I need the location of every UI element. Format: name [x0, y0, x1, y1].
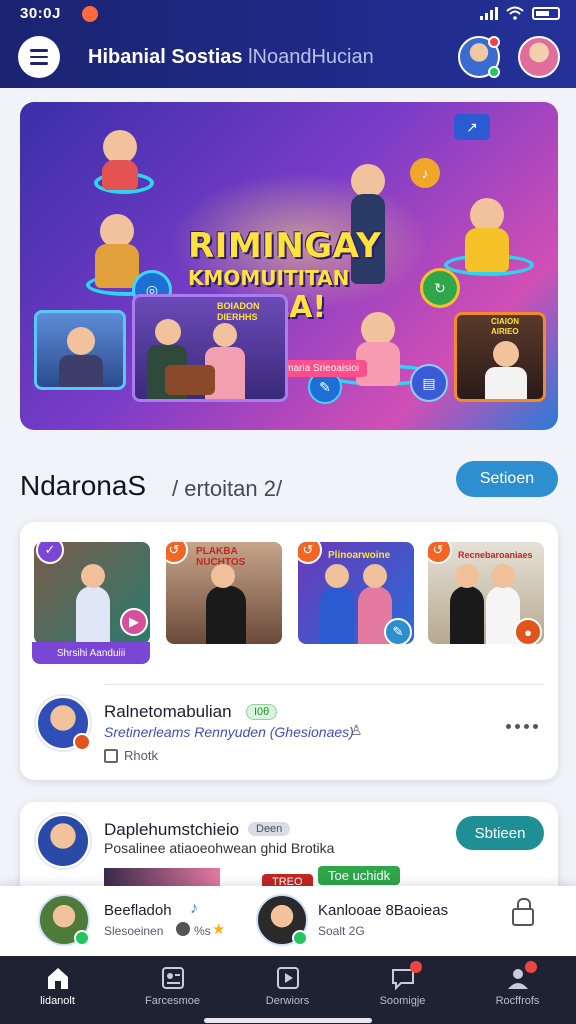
home-icon — [47, 968, 68, 989]
battery-icon — [532, 6, 560, 20]
online-dot-icon — [74, 930, 90, 946]
person-icon: ♙ — [350, 722, 363, 738]
chat-icon — [390, 961, 422, 991]
dock-sub-left: Slesoeinen — [104, 924, 164, 938]
app-header: 30:0J Hibanial Sostias lNoandHucian — [0, 0, 576, 88]
notification-dot-icon — [488, 36, 500, 48]
play-square-icon — [276, 967, 299, 989]
video-thumbnail-2[interactable]: PLAKBA NUCHTOS ↺ — [166, 542, 282, 644]
dock-name-left[interactable]: Beefladoh — [104, 902, 172, 919]
band-photo-label: BOIADON DIERHHS — [217, 301, 260, 322]
share-icon: ↗ — [454, 114, 490, 140]
video-thumbnail-1[interactable]: ✓ ▶ — [34, 542, 150, 644]
nav-label-videos: Derwiors — [265, 995, 310, 1007]
nav-label-messages: Soomigje — [379, 995, 426, 1007]
wifi-icon — [506, 6, 524, 20]
hero-photo-right: CIAION AIRIEO — [454, 312, 546, 402]
video-thumbnail-3[interactable]: Plinoarwoine ↺ ✎ — [298, 542, 414, 644]
record-icon: ↻ — [420, 268, 460, 308]
app-title-sub: lNoandHucian — [248, 46, 374, 68]
thumbnail-3-label: Plinoarwoine — [328, 550, 391, 561]
thumbnail-4-label: Recnebaroaniaes — [458, 550, 533, 560]
follow-button[interactable]: Sbtieen — [456, 816, 544, 850]
more-options-icon[interactable] — [506, 724, 538, 729]
thumbnail-tag: Shrsihi Aanduiii — [32, 642, 150, 664]
info-badge-icon: ✎ — [384, 618, 412, 644]
nav-item-cards[interactable]: Farcesmoe — [115, 956, 230, 1024]
user-avatar-1[interactable] — [36, 696, 91, 751]
user-badge-1: I0θ — [246, 704, 278, 720]
system-icons — [480, 6, 560, 20]
user-badge-2: Deen — [248, 822, 291, 836]
dock-sub-left-2: %s — [194, 924, 211, 938]
section-subtitle: / ertoitan 2/ — [172, 476, 283, 501]
user-meta-1: Rhotk — [124, 748, 158, 763]
note-icon: ▤ — [410, 364, 448, 402]
now-active-dock: Beefladoh ♪ Slesoeinen %s ★ Kanlooae 8Ba… — [0, 886, 576, 956]
header-avatar-1[interactable] — [458, 36, 500, 78]
online-dot-icon — [292, 930, 308, 946]
content-card-1: ✓ ▶ Shrsihi Aanduiii PLAKBA NUCHTOS ↺ Pl… — [20, 522, 558, 780]
user-subtitle-2: Posalinee atiaoeohwean ghid Brotika — [104, 840, 335, 856]
hero-photo-band: BOIADON DIERHHS — [132, 294, 288, 402]
notification-badge-icon — [524, 961, 537, 973]
video-thumbnail-4[interactable]: Recnebaroaniaes ↺ ● — [428, 542, 544, 644]
card-divider — [104, 684, 544, 685]
section-title: NdaronaS — [20, 470, 147, 501]
nav-label-home: lidanolt — [40, 995, 75, 1007]
nav-item-videos[interactable]: Derwiors — [230, 956, 345, 1024]
profile-icon — [505, 961, 537, 991]
status-bar: 30:0J — [0, 0, 576, 28]
select-button[interactable]: Setioen — [456, 461, 558, 497]
music-note-icon: ♪ — [410, 158, 440, 188]
status-badge-icon — [73, 733, 91, 751]
thumbnail-2-label: PLAKBA NUCHTOS — [196, 546, 246, 568]
right-photo-label: CIAION AIRIEO — [491, 317, 519, 336]
dock-avatar-left[interactable] — [38, 894, 90, 946]
notification-icon — [82, 6, 98, 22]
bottom-nav: lidanolt Farcesmoe Derwiors Soomigje Roc… — [0, 956, 576, 1024]
menu-button[interactable] — [18, 36, 60, 78]
user-name-2[interactable]: Daplehumstchieio — [104, 820, 239, 840]
status-time: 30:0J — [20, 5, 61, 22]
online-dot-icon — [488, 66, 500, 78]
star-icon: ★ — [212, 921, 226, 938]
notification-badge-icon — [409, 961, 422, 973]
app-title: Hibanial Sostias lNoandHucian — [88, 46, 374, 69]
hero-title-line2: KMOMUITITAN — [188, 266, 350, 290]
user-avatar-2[interactable] — [36, 814, 90, 868]
cellular-signal-icon — [480, 6, 498, 20]
nav-label-cards: Farcesmoe — [144, 995, 201, 1007]
user-name-1[interactable]: Ralnetomabulian — [104, 702, 232, 722]
hero-photo-left — [34, 310, 126, 390]
user-subtitle-1: Sretinerleams Rennyuden (Ghesionaes) — [104, 724, 354, 740]
music-note-icon: ♪ — [190, 900, 198, 917]
action-badge-icon: ● — [514, 618, 542, 644]
nav-item-messages[interactable]: Soomigje — [345, 956, 460, 1024]
nav-item-home[interactable]: lidanolt — [0, 956, 115, 1024]
hero-figure-2 — [90, 130, 150, 190]
play-circle-icon — [176, 922, 190, 936]
hero-banner[interactable]: ◎ ♪ ↻ ✎ ▤ ↗ RIMINGAY KMOMUITITAN VIBDLA!… — [20, 102, 558, 430]
home-indicator[interactable] — [204, 1018, 372, 1023]
nav-label-profile: Rocffrofs — [495, 995, 540, 1007]
id-card-icon — [161, 967, 184, 989]
dock-name-right[interactable]: Kanlooae 8Baoieas — [318, 902, 448, 919]
dock-avatar-right[interactable] — [256, 894, 308, 946]
checkbox-icon[interactable] — [104, 749, 118, 763]
nav-item-profile[interactable]: Rocffrofs — [460, 956, 575, 1024]
profile-avatar[interactable] — [518, 36, 560, 78]
hero-figure-3 — [452, 198, 522, 274]
dock-sub-right: Soalt 2G — [318, 924, 365, 938]
card-2-chip[interactable]: Toe uchidk — [318, 866, 401, 885]
hero-title-line1: RIMINGAY — [188, 226, 382, 266]
card-2-preview — [104, 868, 220, 888]
lock-icon[interactable] — [512, 898, 534, 926]
app-title-main: Hibanial Sostias — [88, 46, 243, 68]
play-badge-icon: ▶ — [120, 608, 148, 636]
